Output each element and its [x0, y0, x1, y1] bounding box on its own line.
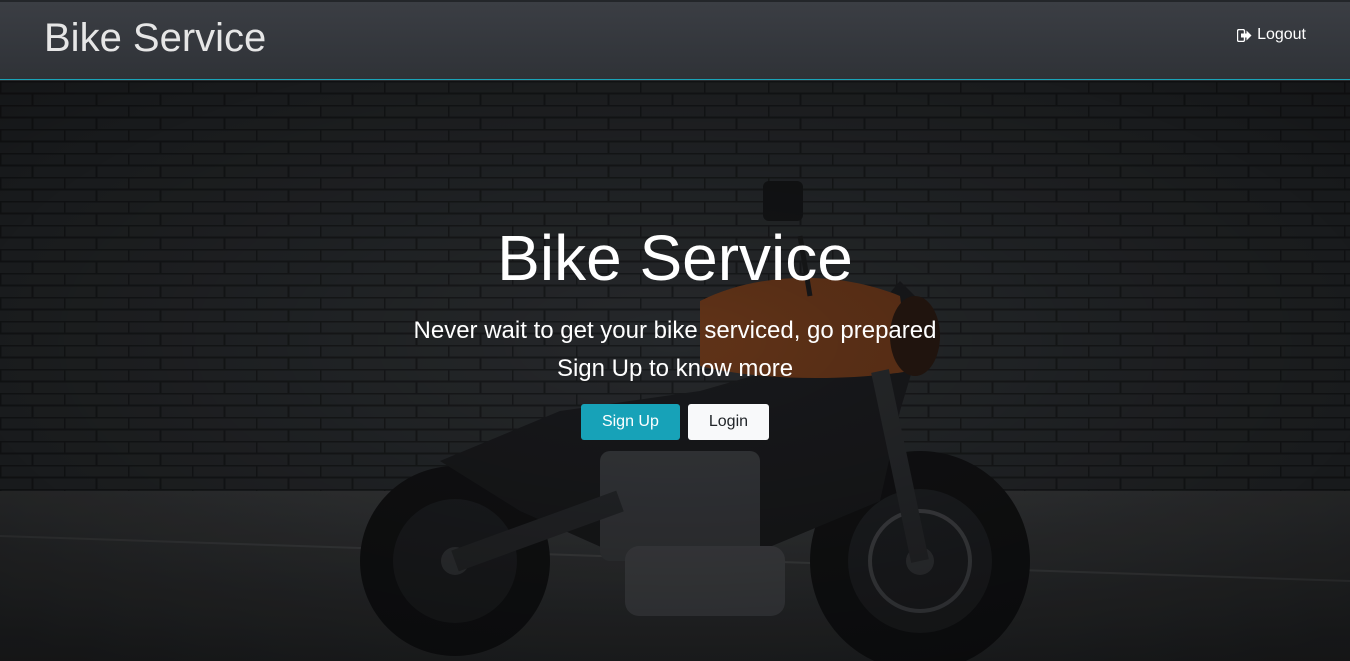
brand-title[interactable]: Bike Service — [44, 15, 266, 61]
hero-subtext: Sign Up to know more — [556, 355, 794, 382]
hero-title: Bike Service — [497, 222, 853, 294]
logout-label: Logout — [1257, 26, 1306, 43]
signup-button[interactable]: Sign Up — [580, 404, 680, 440]
navbar: Bike Service Logout — [0, 0, 1350, 80]
hero-button-row: Sign Up Login — [0, 404, 1350, 440]
login-button[interactable]: Login — [687, 404, 770, 440]
sign-out-icon — [1237, 28, 1252, 42]
hero-section: Bike Service Never wait to get your bike… — [0, 81, 1350, 661]
hero-tagline: Never wait to get your bike serviced, go… — [413, 317, 937, 344]
logout-link[interactable]: Logout — [1237, 24, 1306, 46]
